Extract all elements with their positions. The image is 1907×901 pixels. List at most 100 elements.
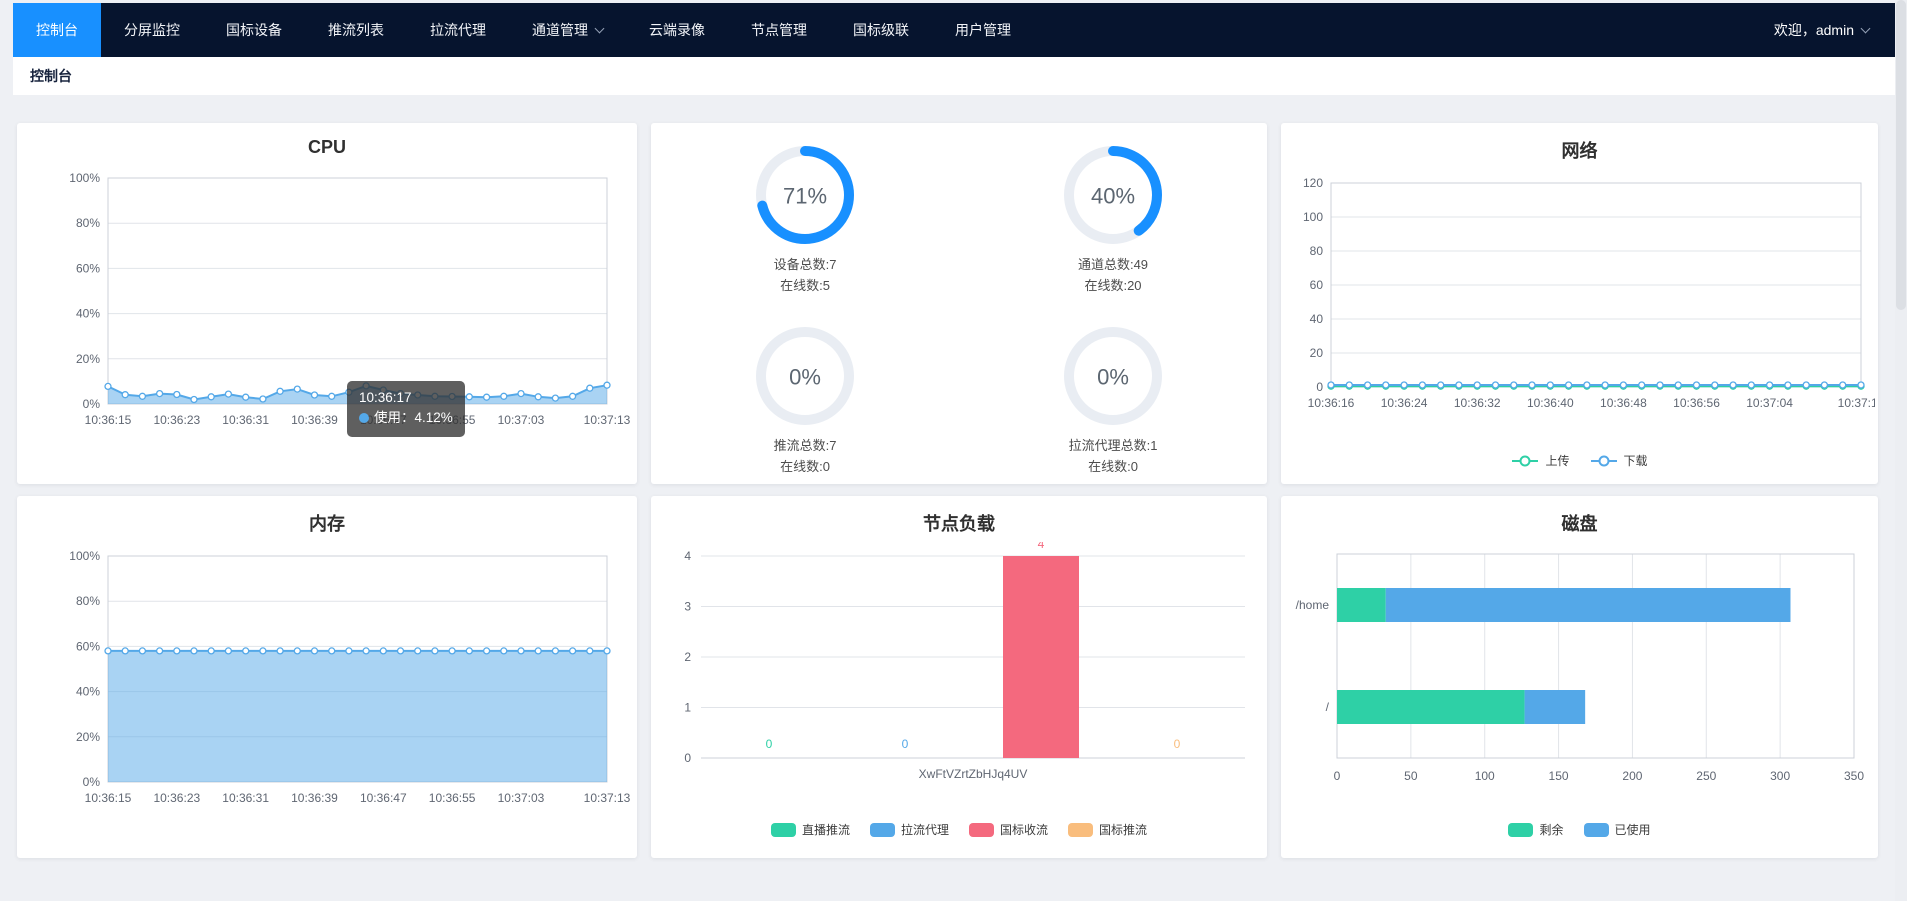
svg-text:0%: 0%	[1097, 364, 1129, 389]
svg-text:100: 100	[1302, 210, 1322, 224]
gauge-label: 设备总数:7	[774, 254, 837, 275]
memory-chart-host: 0%20%40%60%80%100%10:36:1510:36:2310:36:…	[17, 542, 637, 847]
gauge: 71% 设备总数:7在线数:5	[651, 123, 959, 304]
nav-item-label: 推流列表	[328, 20, 384, 40]
page-scrollbar[interactable]	[1895, 0, 1907, 901]
gauge-labels: 设备总数:7在线数:5	[774, 254, 837, 297]
node-load-chart: 012340040XwFtVZrtZbHJq4UV	[659, 542, 1259, 800]
nav-item-label: 国标级联	[853, 20, 909, 40]
svg-text:10:36:55: 10:36:55	[429, 791, 476, 805]
memory-chart: 0%20%40%60%80%100%10:36:1510:36:2310:36:…	[21, 542, 633, 842]
legend-item[interactable]: 下载	[1590, 452, 1648, 469]
scrollbar-thumb[interactable]	[1896, 0, 1906, 310]
svg-text:10:37:13: 10:37:13	[584, 413, 631, 427]
svg-text:71%: 71%	[783, 184, 827, 209]
nav-item-push-stream-list[interactable]: 推流列表	[305, 3, 407, 57]
chart-legend: 上传 下载	[1281, 452, 1878, 469]
nav-item-split-screen-monitor[interactable]: 分屏监控	[101, 3, 203, 57]
network-chart: 02040608010012010:36:1610:36:2410:36:321…	[1285, 169, 1875, 431]
legend-swatch-icon	[1068, 823, 1093, 837]
legend-item[interactable]: 拉流代理	[870, 821, 949, 838]
nav-item-label: 拉流代理	[430, 20, 486, 40]
svg-text:10:36:31: 10:36:31	[222, 791, 269, 805]
svg-text:0: 0	[766, 737, 773, 751]
svg-text:100%: 100%	[69, 171, 100, 185]
chevron-down-icon	[1861, 23, 1871, 33]
nav-item-node-management[interactable]: 节点管理	[728, 3, 830, 57]
gauge-labels: 拉流代理总数:1在线数:0	[1069, 435, 1158, 478]
svg-text:10:36:15: 10:36:15	[85, 791, 132, 805]
svg-text:0: 0	[1174, 737, 1181, 751]
svg-text:4: 4	[684, 549, 691, 563]
nav-item-user-management[interactable]: 用户管理	[932, 3, 1034, 57]
legend-item[interactable]: 国标推流	[1068, 821, 1147, 838]
legend-item[interactable]: 剩余	[1508, 821, 1563, 838]
svg-text:10:36:15: 10:36:15	[85, 413, 132, 427]
svg-text:10:36:40: 10:36:40	[1526, 396, 1573, 410]
legend-label: 拉流代理	[901, 821, 949, 838]
svg-text:10:37:04: 10:37:04	[1746, 396, 1793, 410]
legend-swatch-icon	[771, 823, 796, 837]
svg-text:10:36:39: 10:36:39	[291, 791, 338, 805]
donut-gauge-icon: 0%	[1063, 326, 1163, 426]
svg-text:10:36:32: 10:36:32	[1453, 396, 1500, 410]
gauge-labels: 推流总数:7在线数:0	[774, 435, 837, 478]
page-title: 控制台	[30, 68, 72, 84]
nav-item-pull-stream-proxy[interactable]: 拉流代理	[407, 3, 509, 57]
svg-text:40%: 40%	[1091, 184, 1135, 209]
gauge: 0% 拉流代理总数:1在线数:0	[959, 304, 1267, 485]
nav-item-label: 云端录像	[649, 20, 705, 40]
disk-chart: 050100150200250300350/home/	[1287, 542, 1872, 800]
legend-swatch-icon	[1508, 823, 1533, 837]
svg-text:20%: 20%	[76, 352, 100, 366]
nav-item-gb-devices[interactable]: 国标设备	[203, 3, 305, 57]
svg-text:10:37:03: 10:37:03	[498, 791, 545, 805]
gauge-label: 拉流代理总数:1	[1069, 435, 1158, 456]
gauge-label: 在线数:20	[1078, 275, 1148, 296]
panel-title: 磁盘	[1281, 496, 1878, 536]
tooltip-value: 使用：4.12%	[374, 408, 453, 428]
svg-text:2: 2	[684, 650, 691, 664]
svg-text:0: 0	[684, 751, 691, 765]
legend-swatch-icon	[1584, 823, 1609, 837]
user-menu[interactable]: 欢迎，admin	[1774, 3, 1895, 57]
gauge: 40%通道总数:49在线数:20	[959, 123, 1267, 304]
svg-text:20: 20	[1309, 346, 1323, 360]
svg-text:20%: 20%	[76, 730, 100, 744]
disk-chart-host: 050100150200250300350/home/剩余已使用	[1281, 542, 1878, 838]
legend-line-marker-icon	[1511, 455, 1539, 467]
chart-tooltip: 10:36:17 使用：4.12%	[347, 381, 465, 437]
svg-text:4: 4	[1038, 542, 1045, 551]
nav-item-gb-cascade[interactable]: 国标级联	[830, 3, 932, 57]
legend-item[interactable]: 直播推流	[771, 821, 850, 838]
svg-text:10:36:23: 10:36:23	[153, 413, 200, 427]
svg-text:0%: 0%	[83, 397, 101, 411]
nav-item-console[interactable]: 控制台	[13, 3, 101, 57]
legend-item[interactable]: 国标收流	[969, 821, 1048, 838]
gauge-label: 推流总数:7	[774, 435, 837, 456]
node-load-chart-host: 012340040XwFtVZrtZbHJq4UV直播推流拉流代理国标收流国标推…	[651, 542, 1267, 838]
svg-text:/home: /home	[1296, 598, 1330, 612]
svg-text:1: 1	[684, 701, 691, 715]
svg-text:10:36:39: 10:36:39	[291, 413, 338, 427]
svg-text:0: 0	[1334, 769, 1341, 783]
svg-text:300: 300	[1770, 769, 1790, 783]
nav-item-cloud-recording[interactable]: 云端录像	[626, 3, 728, 57]
donut-gauge-icon: 71%	[755, 145, 855, 245]
legend-item[interactable]: 已使用	[1584, 821, 1651, 838]
svg-text:100: 100	[1475, 769, 1495, 783]
nav-item-channel-management[interactable]: 通道管理	[509, 3, 626, 57]
memory-panel: 内存 0%20%40%60%80%100%10:36:1510:36:2310:…	[17, 496, 637, 858]
legend-label: 下载	[1624, 452, 1648, 469]
gauge-label: 在线数:0	[1069, 456, 1158, 477]
legend-label: 上传	[1545, 452, 1569, 469]
svg-text:40%: 40%	[76, 307, 100, 321]
legend-item[interactable]: 上传	[1511, 452, 1569, 469]
svg-text:0: 0	[1316, 380, 1323, 394]
breadcrumb: 控制台	[13, 57, 1907, 95]
svg-text:100%: 100%	[69, 549, 100, 563]
legend-label: 直播推流	[802, 821, 850, 838]
nav-item-label: 控制台	[36, 20, 78, 40]
panel-title: 节点负载	[651, 496, 1267, 536]
cpu-panel: CPU 0%20%40%60%80%100%10:36:1510:36:2310…	[17, 123, 637, 484]
